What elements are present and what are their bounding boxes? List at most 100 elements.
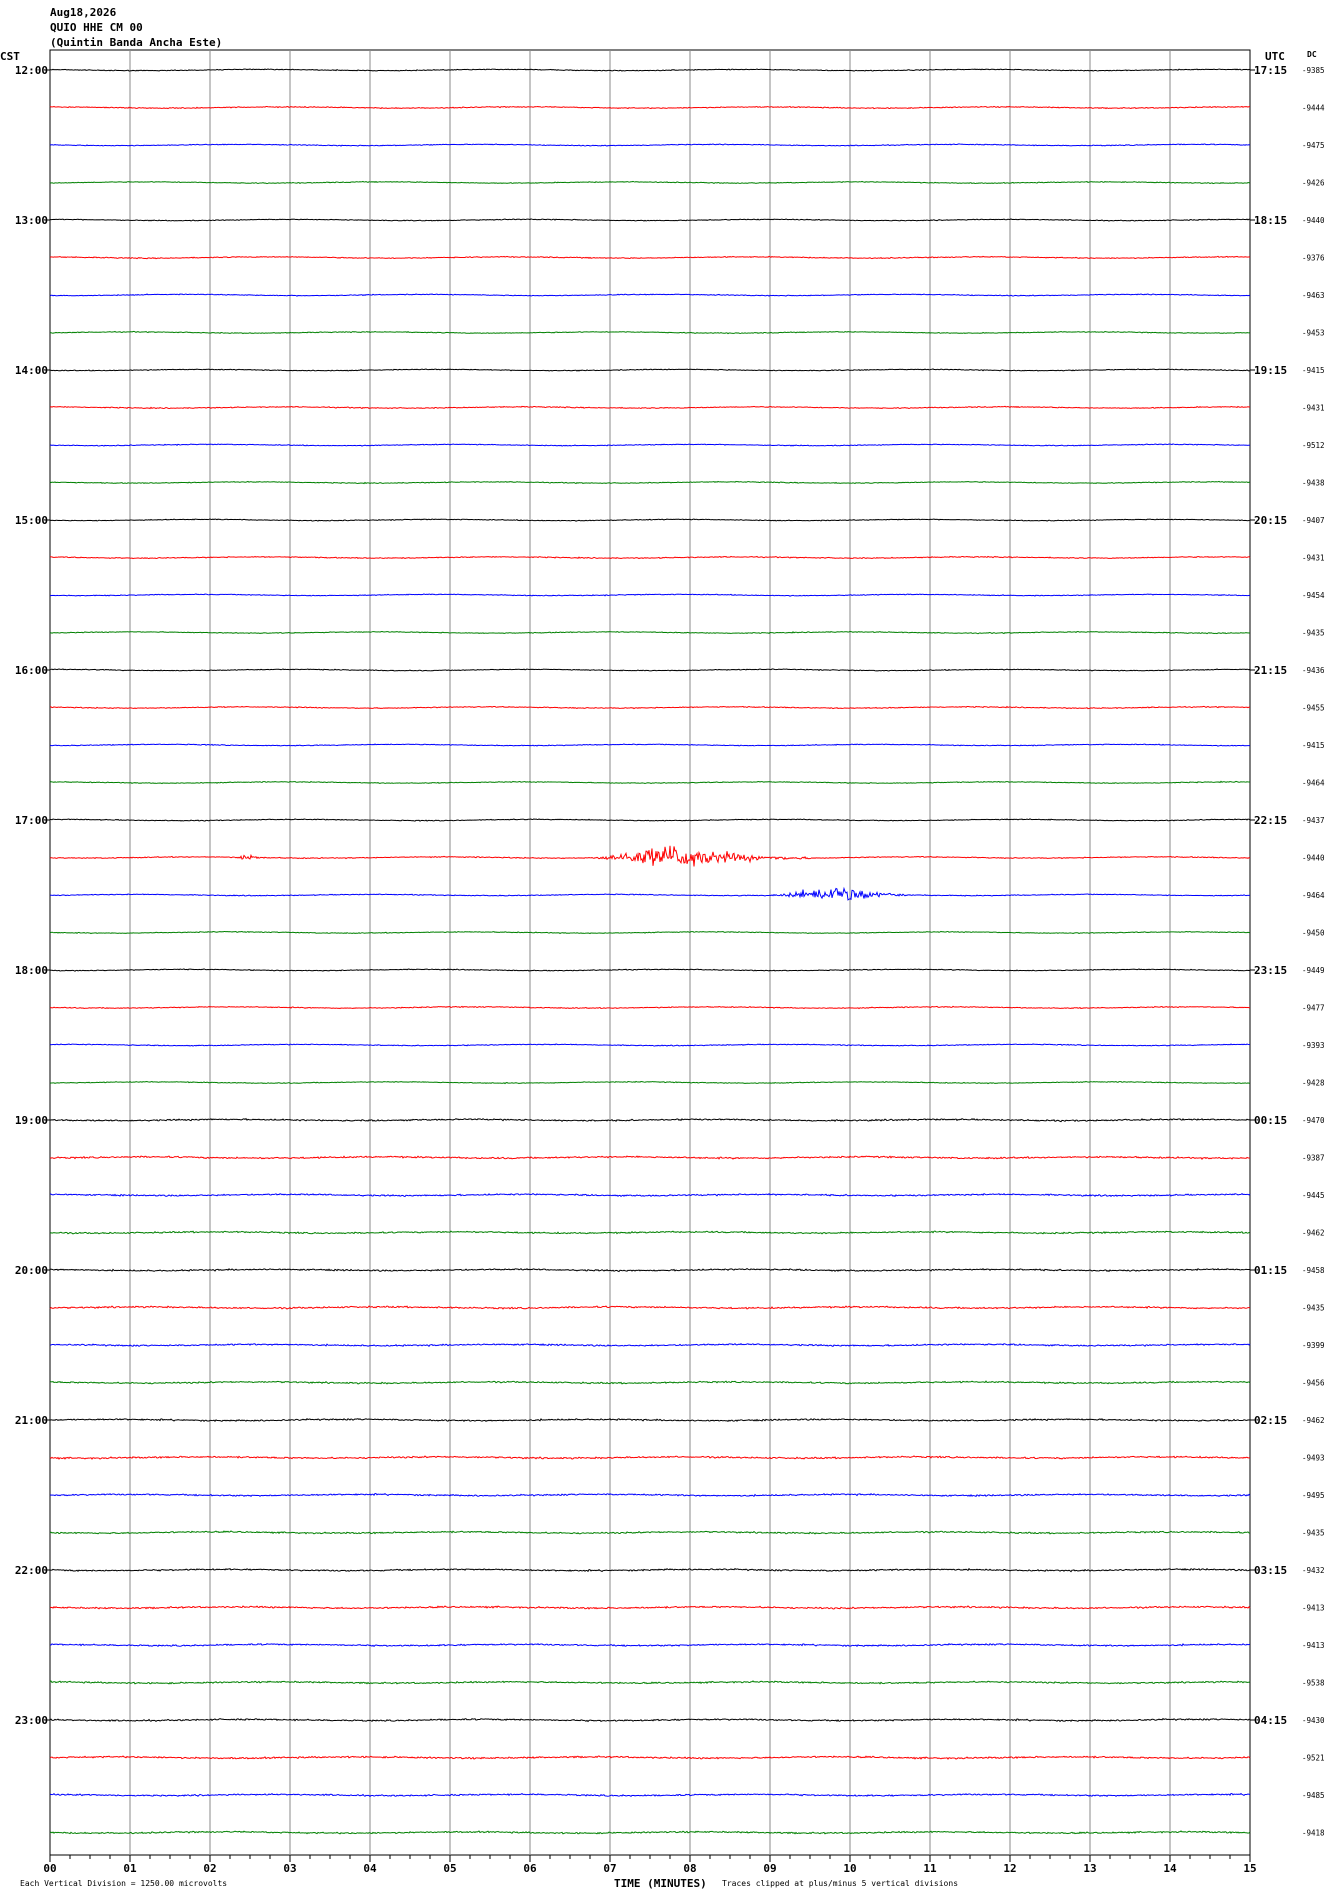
- dc-offset-label: -9435: [1302, 629, 1325, 638]
- utc-hour-label: 21:15: [1254, 664, 1287, 677]
- dc-offset-label: -9418: [1302, 1829, 1325, 1838]
- trace-line: [49, 68, 1251, 72]
- trace-line: [49, 1755, 1251, 1760]
- x-tick-label: 12: [1003, 1862, 1016, 1875]
- dc-offset-label: -9415: [1302, 741, 1325, 750]
- trace-line: [49, 1567, 1251, 1573]
- dc-offset-label: -9431: [1302, 404, 1325, 413]
- clip-note: Traces clipped at plus/minus 5 vertical …: [722, 1879, 959, 1888]
- dc-offset-label: -9431: [1302, 554, 1325, 563]
- dc-offset-label: -9538: [1302, 1679, 1325, 1688]
- cst-hour-label: 19:00: [15, 1114, 48, 1127]
- x-tick-label: 15: [1243, 1862, 1256, 1875]
- trace-line: [49, 1717, 1251, 1723]
- cst-hour-label: 18:00: [15, 964, 48, 977]
- dc-offset-label: -9456: [1302, 1379, 1325, 1388]
- dc-offset-label: -9387: [1302, 1154, 1325, 1163]
- dc-offset-label: -9455: [1302, 704, 1325, 713]
- dc-offset-label: -9385: [1302, 66, 1325, 75]
- station-label: QUIO HHE CM 00: [50, 21, 143, 34]
- x-tick-label: 06: [523, 1862, 537, 1875]
- dc-offset-label: -9462: [1302, 1229, 1325, 1238]
- trace-layer: [49, 68, 1251, 1835]
- trace-line: [49, 368, 1251, 372]
- utc-hour-label: 23:15: [1254, 964, 1287, 977]
- trace-line: [49, 1792, 1251, 1798]
- utc-hour-label: 20:15: [1254, 514, 1287, 527]
- x-tick-label: 10: [843, 1862, 856, 1875]
- dc-offset-label: -9415: [1302, 366, 1325, 375]
- dc-offset-label: -9512: [1302, 441, 1325, 450]
- trace-line: [49, 1305, 1251, 1310]
- utc-hour-label: 22:15: [1254, 814, 1287, 827]
- dc-offset-label: -9413: [1302, 1641, 1325, 1650]
- trace-line: [49, 845, 1251, 867]
- dc-offset-label: -9445: [1302, 1191, 1325, 1200]
- dc-offset-label: -9470: [1302, 1116, 1325, 1125]
- x-tick-label: 03: [283, 1862, 296, 1875]
- utc-timezone-label: UTC: [1265, 50, 1285, 63]
- dc-offset-label: -9521: [1302, 1754, 1325, 1763]
- trace-line: [49, 405, 1251, 410]
- dc-offset-label: -9376: [1302, 254, 1325, 263]
- cst-hour-label: 13:00: [15, 214, 48, 227]
- date-label: Aug18,2026: [50, 6, 117, 19]
- dc-offset-label: -9428: [1302, 1079, 1325, 1088]
- dc-offset-label: -9435: [1302, 1529, 1325, 1538]
- cst-hour-label: 23:00: [15, 1714, 48, 1727]
- dc-offset-label: -9477: [1302, 1004, 1325, 1013]
- trace-line: [49, 1193, 1251, 1198]
- trace-line: [49, 1380, 1251, 1385]
- trace-line: [49, 143, 1251, 147]
- trace-line: [49, 293, 1251, 297]
- trace-line: [49, 1155, 1251, 1160]
- x-axis-title: TIME (MINUTES): [614, 1877, 707, 1890]
- dc-offset-label: -9493: [1302, 1454, 1325, 1463]
- trace-line: [49, 1117, 1251, 1123]
- trace-line: [49, 930, 1251, 935]
- dc-offset-label: -9393: [1302, 1041, 1325, 1050]
- dc-header-label: DC: [1307, 50, 1317, 59]
- cst-hour-label: 21:00: [15, 1414, 48, 1427]
- plot-frame: [49, 49, 1251, 1856]
- dc-offset-label: -9437: [1302, 816, 1325, 825]
- x-tick-label: 11: [923, 1862, 937, 1875]
- trace-line: [49, 1455, 1251, 1460]
- x-tick-label: 00: [43, 1862, 56, 1875]
- trace-line: [49, 1230, 1251, 1235]
- trace-line: [49, 255, 1251, 260]
- trace-line: [49, 705, 1250, 710]
- utc-hour-label: 03:15: [1254, 1564, 1287, 1577]
- x-tick-label: 05: [443, 1862, 456, 1875]
- x-tick-label: 04: [363, 1862, 377, 1875]
- utc-hour-label: 02:15: [1254, 1414, 1287, 1427]
- dc-offset-label: -9426: [1302, 179, 1325, 188]
- trace-line: [49, 780, 1251, 785]
- x-tick-label: 09: [763, 1862, 776, 1875]
- trace-line: [49, 180, 1251, 185]
- dc-offset-label: -9458: [1302, 1266, 1325, 1275]
- dc-offset-label: -9449: [1302, 966, 1325, 975]
- x-tick-label: 01: [123, 1862, 137, 1875]
- trace-line: [49, 1830, 1251, 1835]
- dc-offset-label: -9440: [1302, 854, 1325, 863]
- trace-line: [49, 1267, 1251, 1273]
- cst-hour-label: 15:00: [15, 514, 48, 527]
- cst-timezone-label: CST: [0, 50, 20, 63]
- cst-hour-label: 20:00: [15, 1264, 48, 1277]
- trace-line: [49, 1417, 1251, 1423]
- trace-line: [49, 818, 1251, 822]
- dc-offset-label: -9464: [1302, 891, 1325, 900]
- dc-offset-label: -9399: [1302, 1341, 1325, 1350]
- x-tick-label: 14: [1163, 1862, 1177, 1875]
- trace-line: [49, 1530, 1251, 1535]
- dc-offset-label: -9450: [1302, 929, 1325, 938]
- utc-hour-label: 18:15: [1254, 214, 1287, 227]
- dc-offset-label: -9495: [1302, 1491, 1325, 1500]
- utc-hour-label: 01:15: [1254, 1264, 1287, 1277]
- trace-line: [49, 105, 1250, 110]
- dc-offset-label: -9438: [1302, 479, 1325, 488]
- trace-line: [49, 1043, 1251, 1047]
- dc-offset-label: -9444: [1302, 104, 1325, 113]
- dc-offset-label: -9407: [1302, 516, 1325, 525]
